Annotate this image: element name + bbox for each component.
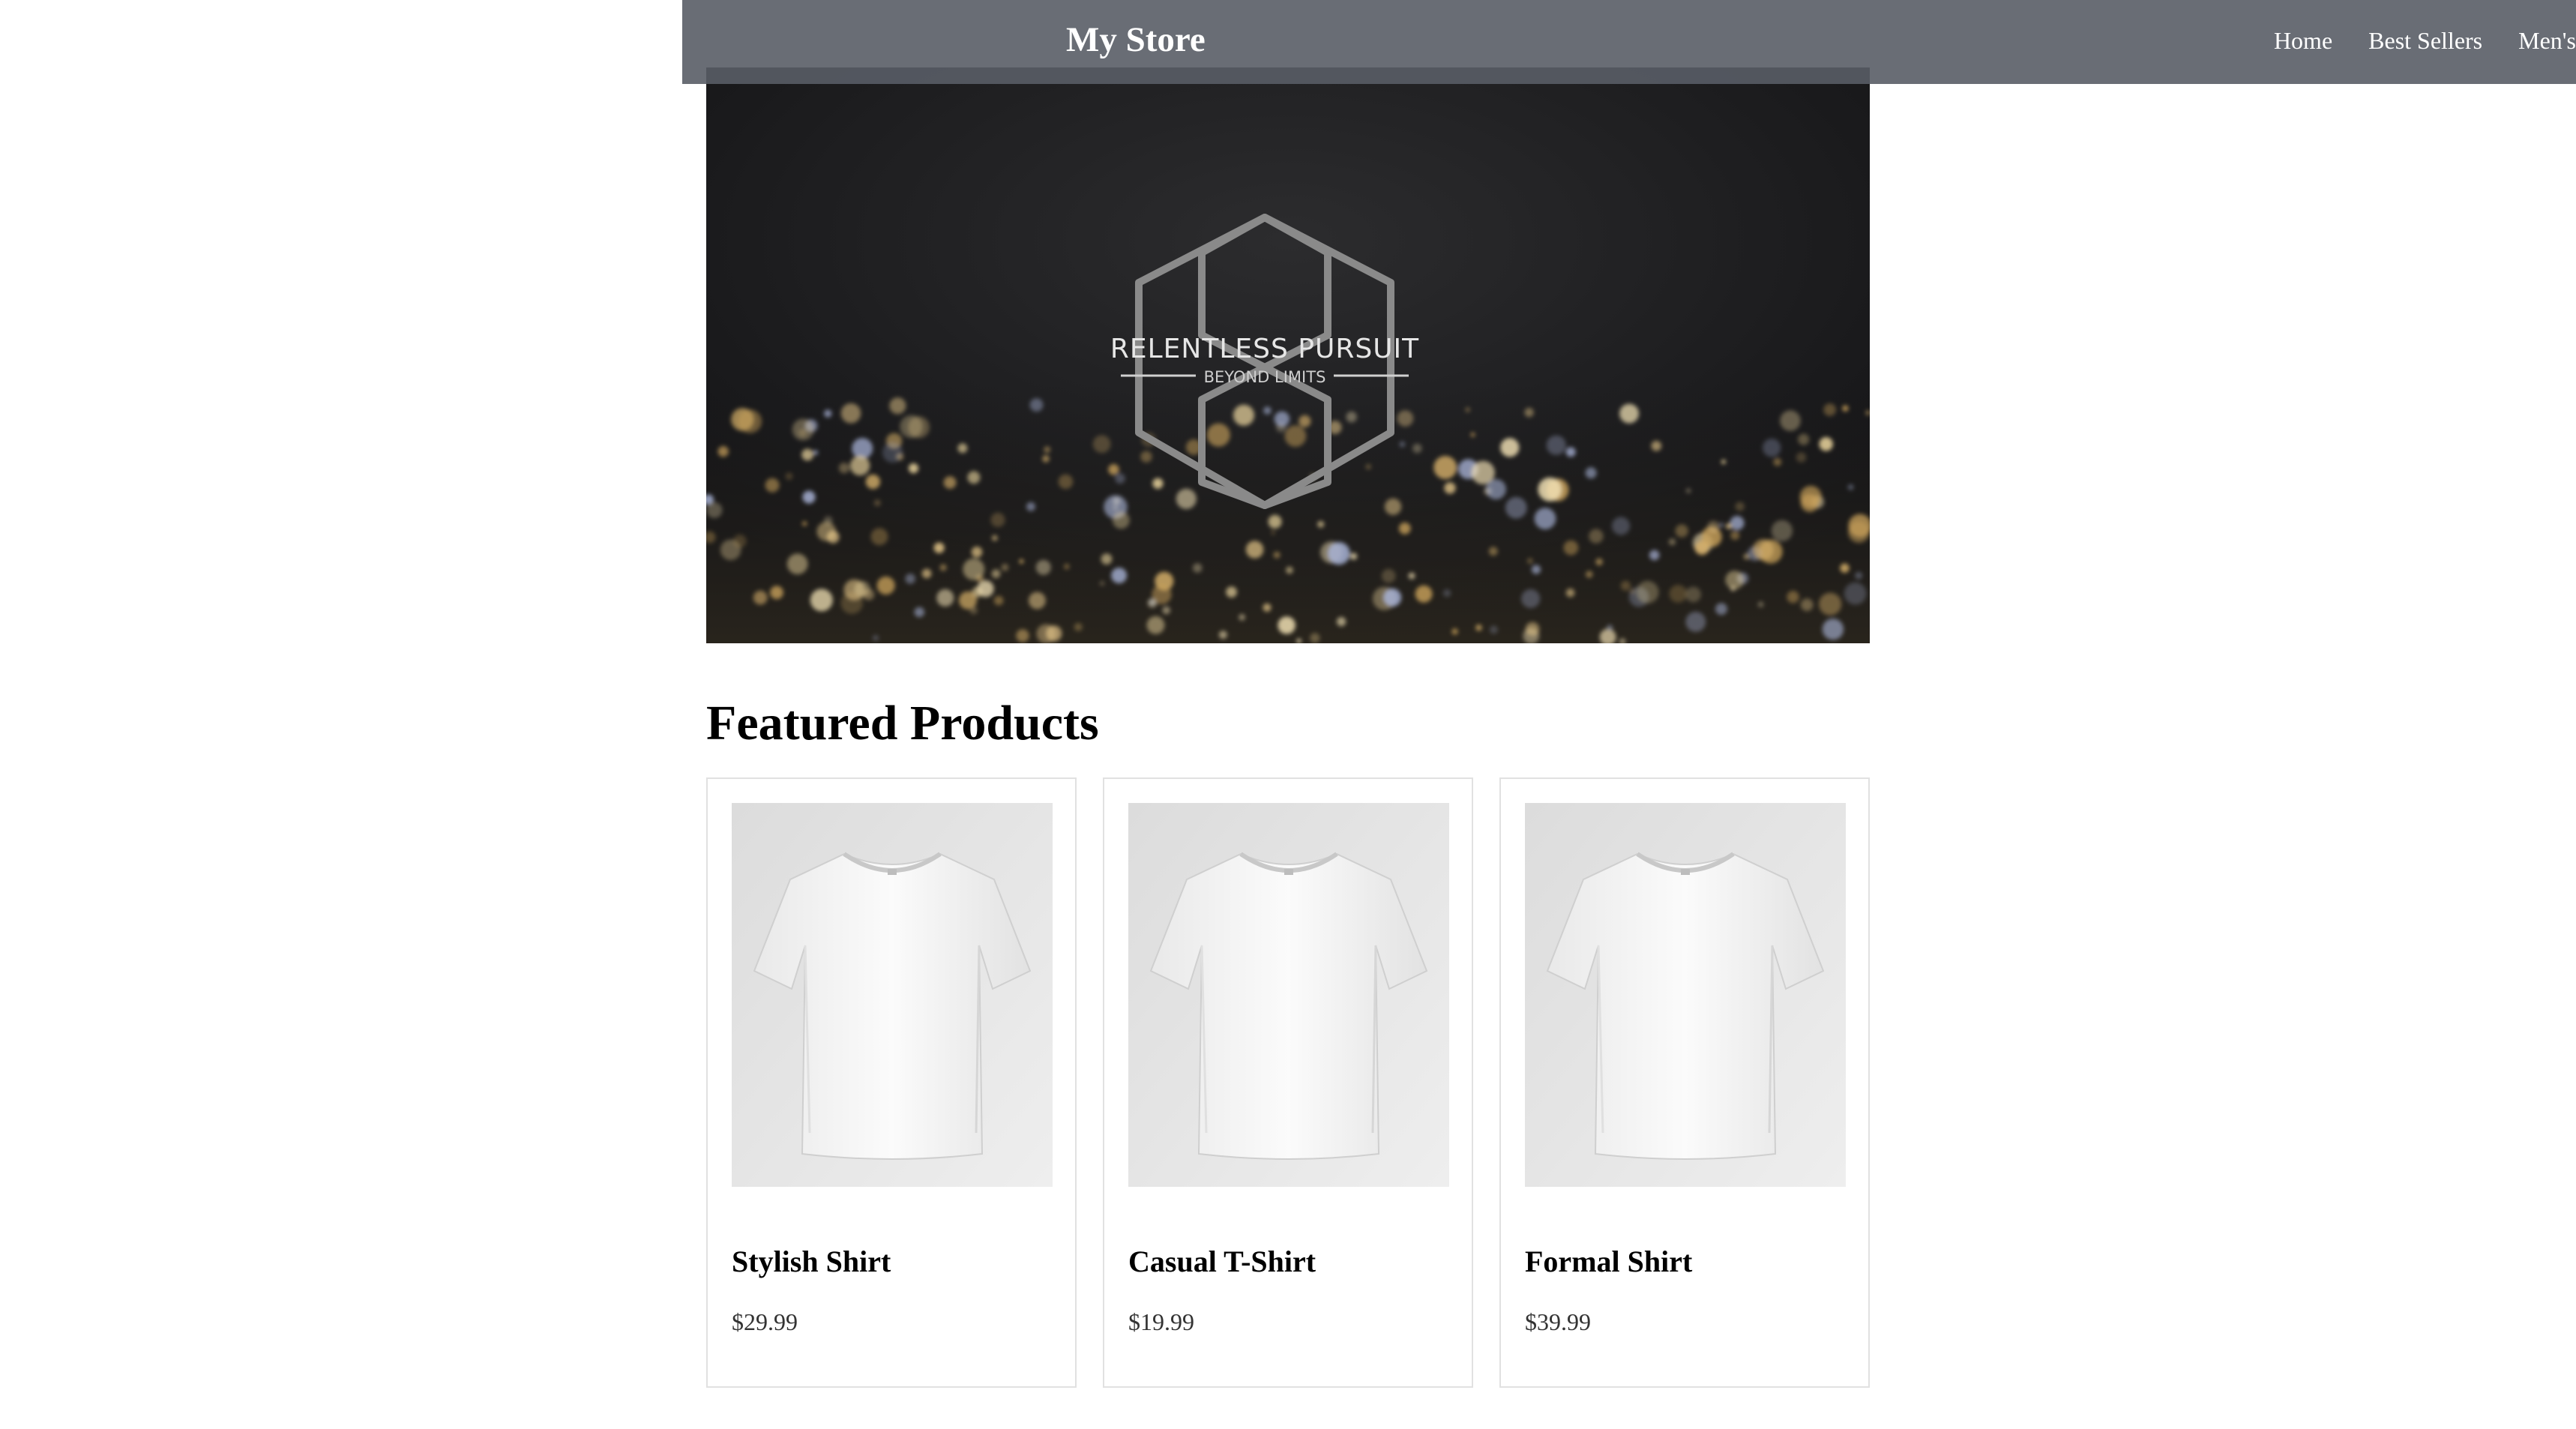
white-tshirt-photo: [1525, 803, 1846, 1187]
product-card[interactable]: Formal Shirt $39.99: [1499, 777, 1870, 1388]
main-nav: Home Best Sellers Men's: [2238, 23, 2576, 58]
nav-link-best-sellers[interactable]: Best Sellers: [2368, 23, 2482, 58]
hexagon-logo-icon: RELENTLESS PURSUIT BEYOND LIMITS: [1110, 214, 1419, 509]
nav-link-mens[interactable]: Men's: [2518, 23, 2576, 58]
store-title[interactable]: My Store: [1066, 16, 1206, 63]
white-tshirt-photo: [732, 803, 1053, 1187]
white-tshirt-photo: [1128, 803, 1449, 1187]
product-name[interactable]: Casual T-Shirt: [1128, 1242, 1316, 1281]
product-price: $29.99: [732, 1308, 798, 1335]
product-name[interactable]: Formal Shirt: [1525, 1242, 1692, 1281]
product-price: $39.99: [1525, 1308, 1591, 1335]
store-page: My Store Home Best Sellers Men's RELENTL…: [0, 0, 2576, 1429]
site-header: My Store Home Best Sellers Men's: [682, 0, 2576, 84]
product-card[interactable]: Casual T-Shirt $19.99: [1103, 777, 1473, 1388]
hero-logo-title: RELENTLESS PURSUIT: [1110, 334, 1419, 364]
product-image[interactable]: [1128, 803, 1449, 1187]
featured-products-heading: Featured Products: [706, 696, 1099, 750]
product-grid: Stylish Shirt $29.99 Casual T-Shirt $19.…: [706, 777, 1870, 1388]
product-image[interactable]: [732, 803, 1053, 1187]
product-card[interactable]: Stylish Shirt $29.99: [706, 777, 1077, 1388]
product-price: $19.99: [1128, 1308, 1194, 1335]
hero-banner: RELENTLESS PURSUIT BEYOND LIMITS: [706, 67, 1870, 643]
nav-link-home[interactable]: Home: [2274, 23, 2332, 58]
product-image[interactable]: [1525, 803, 1846, 1187]
product-name[interactable]: Stylish Shirt: [732, 1242, 891, 1281]
hero-logo-tagline: BEYOND LIMITS: [1204, 368, 1326, 386]
